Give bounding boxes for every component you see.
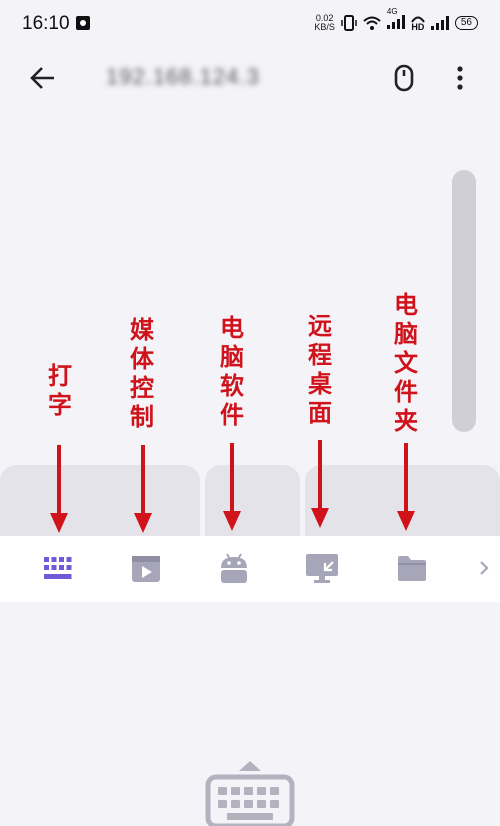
keyboard-grid-icon: [44, 557, 72, 579]
annotation-typing: 打字: [48, 362, 72, 419]
wifi-icon: [363, 16, 381, 30]
annotation-pc-software: 电脑软件: [220, 314, 244, 429]
status-right: 0.02 KB/S 4G HD 56: [314, 7, 478, 32]
arrow-media-control: [134, 445, 152, 533]
keyboard-toggle-icon[interactable]: [205, 757, 295, 826]
tab-folder[interactable]: [394, 550, 430, 586]
app-bar: 192.168.124.3: [0, 50, 500, 106]
status-bar: 16:10 0.02 KB/S 4G HD 56: [0, 0, 500, 50]
annotation-remote-desktop: 远程桌面: [308, 312, 332, 427]
signal-icon-2: [430, 16, 449, 30]
page-title: 192.168.124.3: [106, 64, 260, 89]
status-time: 16:10: [22, 13, 70, 34]
arrow-typing: [50, 445, 68, 533]
arrow-remote-desktop: [311, 440, 329, 528]
hd-badge: HD: [411, 15, 425, 32]
annotation-pc-folder: 电脑文件夹: [394, 291, 418, 435]
annotation-media-control: 媒体控制: [130, 316, 154, 431]
tab-keyboard[interactable]: [40, 550, 76, 586]
media-play-icon: [132, 556, 160, 582]
vibrate-icon: [341, 15, 357, 31]
net-speed: 0.02 KB/S: [314, 13, 335, 32]
panel-left: [0, 465, 200, 545]
panel-middle: [205, 465, 300, 545]
scrollbar-thumb[interactable]: [452, 170, 476, 432]
folder-icon: [398, 556, 426, 581]
more-vertical-icon[interactable]: [450, 62, 470, 94]
tab-software[interactable]: [216, 550, 252, 586]
arrow-pc-software: [223, 443, 241, 531]
android-icon: [221, 553, 247, 583]
bottom-toolbar: [0, 536, 500, 602]
signal-4g: 4G: [386, 7, 405, 32]
arrow-left-icon[interactable]: [28, 62, 60, 94]
notification-icon: [76, 16, 90, 30]
chevron-right-icon: [480, 561, 489, 575]
signal-icon: [386, 14, 405, 29]
mouse-icon[interactable]: [392, 62, 416, 94]
tab-remote-desktop[interactable]: [304, 550, 340, 586]
arrow-pc-folder: [397, 443, 415, 531]
scroll-right-button[interactable]: [472, 550, 496, 586]
tab-media[interactable]: [128, 550, 164, 586]
battery: 56: [454, 16, 478, 30]
remote-desktop-icon: [306, 554, 338, 583]
